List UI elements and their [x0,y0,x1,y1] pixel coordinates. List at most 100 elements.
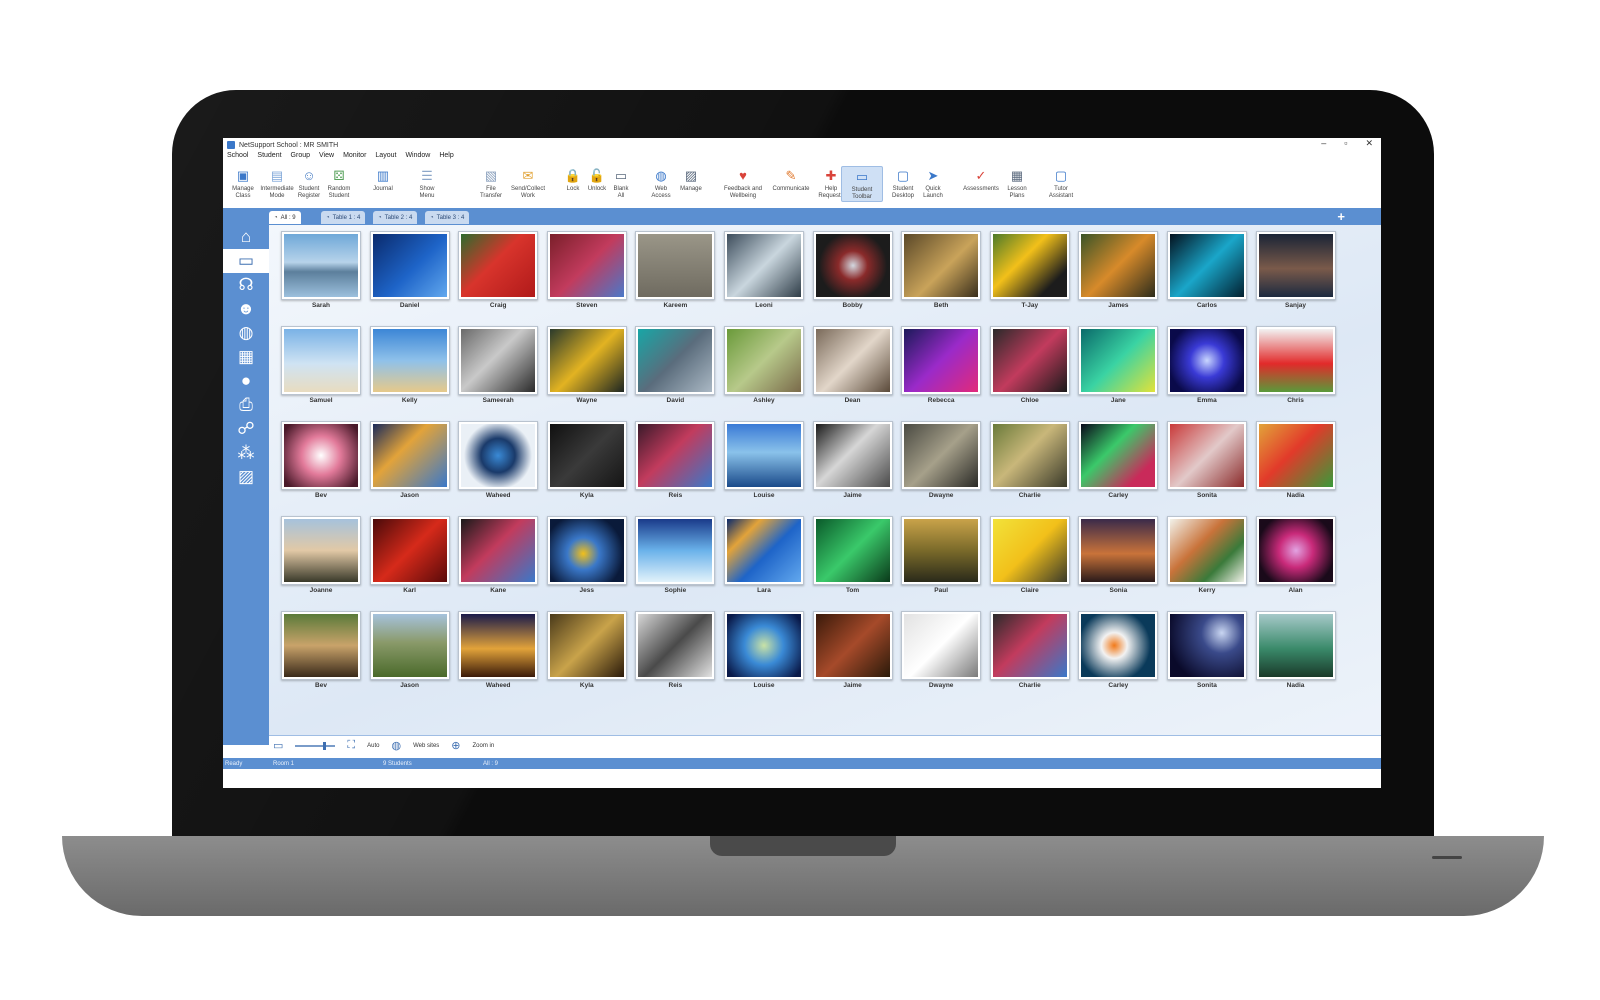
student-desktop-thumbnail[interactable] [901,611,982,680]
student-tile[interactable]: Paul [901,516,982,604]
student-desktop-thumbnail[interactable] [723,231,804,300]
menu-window[interactable]: Window [405,152,430,162]
student-desktop-thumbnail[interactable] [1255,421,1336,490]
show-menu-button[interactable]: ☰ Show Menu [407,166,447,200]
student-desktop-thumbnail[interactable] [989,516,1070,585]
blank-all-button[interactable]: ▭ Blank All [601,166,641,200]
student-tile[interactable]: Craig [458,231,539,319]
student-desktop-thumbnail[interactable] [635,611,716,680]
student-desktop-thumbnail[interactable] [1166,611,1247,680]
student-tile[interactable]: Alan [1255,516,1336,604]
send-collect-button[interactable]: ✉ Send/Collect Work [508,166,548,200]
random-student-button[interactable]: ⚄ Random Student [319,166,359,200]
student-desktop-thumbnail[interactable] [458,611,539,680]
tab-group-3[interactable]: ◔ Table 3 : 4 [425,211,470,224]
student-desktop-thumbnail[interactable] [458,421,539,490]
student-desktop-thumbnail[interactable] [1166,326,1247,395]
student-desktop-thumbnail[interactable] [369,611,450,680]
student-desktop-thumbnail[interactable] [812,421,893,490]
student-tile[interactable]: Carlos [1166,231,1247,319]
student-tile[interactable]: Leoni [723,231,804,319]
student-tile[interactable]: Sameerah [458,326,539,414]
auto-button[interactable]: Auto [367,743,379,749]
student-desktop-thumbnail[interactable] [989,611,1070,680]
student-desktop-thumbnail[interactable] [901,421,982,490]
student-desktop-thumbnail[interactable] [635,516,716,585]
student-tile[interactable]: Chloe [989,326,1070,414]
student-tile[interactable]: Waheed [458,611,539,699]
student-tile[interactable]: Nadia [1255,421,1336,509]
student-tile[interactable]: Bobby [812,231,893,319]
student-tile[interactable]: Louise [723,421,804,509]
student-desktop-thumbnail[interactable] [901,326,982,395]
student-tile[interactable]: Jaime [812,421,893,509]
student-toolbar-button[interactable]: ▭ Student Toolbar [841,166,883,202]
student-desktop-thumbnail[interactable] [812,516,893,585]
student-desktop-thumbnail[interactable] [369,326,450,395]
tab-group-2[interactable]: ◔ Table 2 : 4 [373,211,418,224]
student-tile[interactable]: Carley [1078,611,1159,699]
student-desktop-thumbnail[interactable] [635,421,716,490]
student-tile[interactable]: Wayne [546,326,627,414]
student-tile[interactable]: Kerry [1166,516,1247,604]
sidebar-globe-icon[interactable]: ◍ [223,321,269,345]
student-tile[interactable]: Nadia [1255,611,1336,699]
journal-button[interactable]: ▥ Journal [363,166,403,193]
sidebar-whiteboard-icon[interactable]: ▨ [223,465,269,489]
student-tile[interactable]: Reis [635,421,716,509]
student-tile[interactable]: Bev [281,611,361,699]
student-tile[interactable]: Charlie [989,421,1070,509]
student-desktop-thumbnail[interactable] [901,231,982,300]
sidebar-monitor-icon[interactable]: ▭ [223,249,269,273]
student-desktop-thumbnail[interactable] [458,231,539,300]
student-desktop-thumbnail[interactable] [281,611,361,680]
student-desktop-thumbnail[interactable] [1166,421,1247,490]
student-desktop-thumbnail[interactable] [281,421,361,490]
student-tile[interactable]: Kyla [546,611,627,699]
student-tile[interactable]: Lara [723,516,804,604]
manage-button[interactable]: ▨ Manage [671,166,711,193]
student-tile[interactable]: Claire [989,516,1070,604]
student-desktop-thumbnail[interactable] [989,231,1070,300]
student-desktop-thumbnail[interactable] [723,326,804,395]
student-desktop-thumbnail[interactable] [812,326,893,395]
student-desktop-thumbnail[interactable] [458,326,539,395]
student-desktop-thumbnail[interactable] [1255,516,1336,585]
sidebar-users-icon[interactable]: ☍ [223,417,269,441]
student-desktop-thumbnail[interactable] [901,516,982,585]
student-tile[interactable]: Jane [1078,326,1159,414]
student-tile[interactable]: Kane [458,516,539,604]
student-desktop-thumbnail[interactable] [546,516,627,585]
zoom-in-toggle[interactable]: Zoom in [473,743,495,749]
menu-view[interactable]: View [319,152,334,162]
student-desktop-thumbnail[interactable] [989,326,1070,395]
student-desktop-thumbnail[interactable] [1078,611,1159,680]
student-tile[interactable]: Sanjay [1255,231,1336,319]
student-tile[interactable]: Kyla [546,421,627,509]
student-desktop-thumbnail[interactable] [1166,516,1247,585]
sidebar-grid-icon[interactable]: ▦ [223,345,269,369]
student-tile[interactable]: Rebecca [901,326,982,414]
student-desktop-thumbnail[interactable] [723,611,804,680]
restore-button[interactable]: ▫ [1344,138,1347,149]
tab-group-1[interactable]: ◔ Table 1 : 4 [321,211,366,224]
student-tile[interactable]: Dwayne [901,611,982,699]
sidebar-printer-icon[interactable]: ⎙ [223,393,269,417]
student-desktop-thumbnail[interactable] [281,326,361,395]
student-tile[interactable]: Reis [635,611,716,699]
student-desktop-thumbnail[interactable] [1166,231,1247,300]
student-desktop-thumbnail[interactable] [1078,516,1159,585]
student-tile[interactable]: Kareem [635,231,716,319]
menu-group[interactable]: Group [291,152,310,162]
student-desktop-thumbnail[interactable] [635,326,716,395]
student-desktop-thumbnail[interactable] [546,326,627,395]
student-desktop-thumbnail[interactable] [546,231,627,300]
student-tile[interactable]: Sophie [635,516,716,604]
student-tile[interactable]: Sonita [1166,611,1247,699]
sidebar-headset-icon[interactable]: ☊ [223,273,269,297]
menu-layout[interactable]: Layout [375,152,396,162]
close-button[interactable]: ✕ [1365,138,1373,149]
student-tile[interactable]: Jess [546,516,627,604]
student-desktop-thumbnail[interactable] [723,516,804,585]
student-tile[interactable]: David [635,326,716,414]
